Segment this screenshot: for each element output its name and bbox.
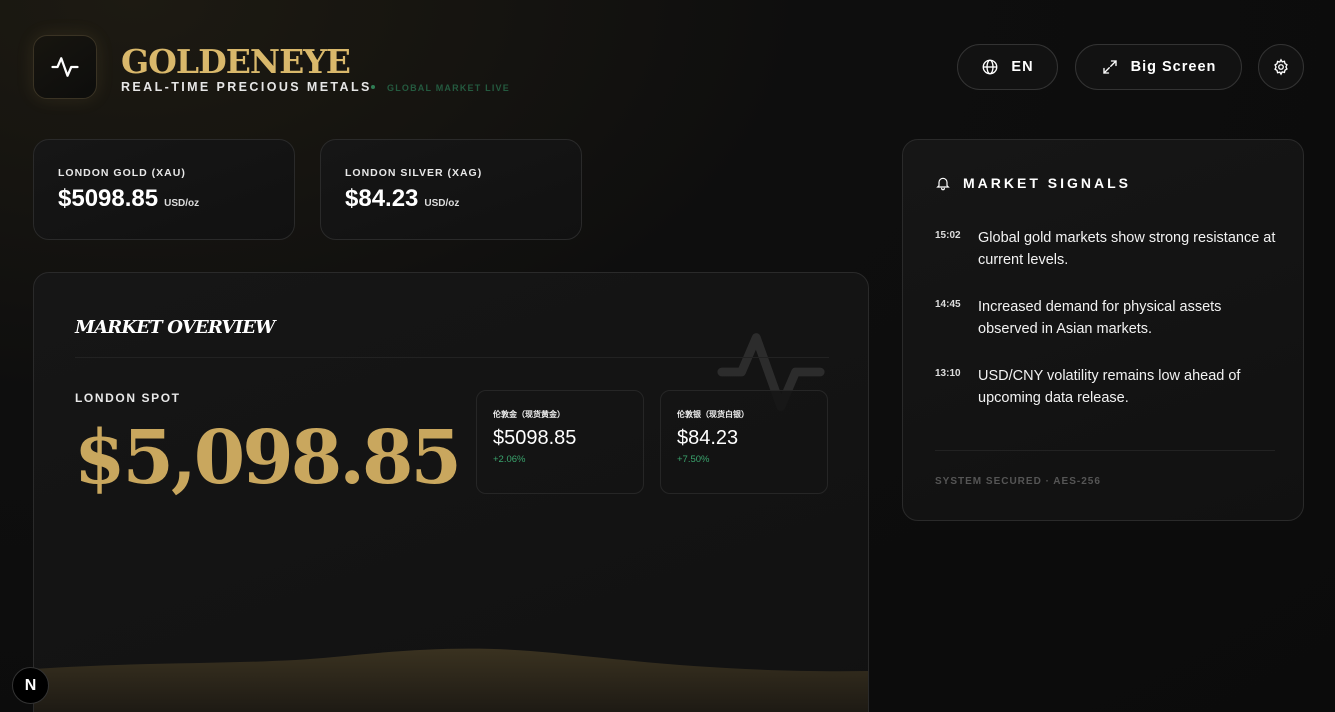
gold-price-unit: USD/oz [164, 198, 200, 209]
gold-mini-card: 伦敦金（现货黄金） $5098.85 +2.06% [476, 390, 644, 494]
silver-ticker-price: $84.23 USD/oz [345, 185, 459, 213]
silver-ticker-card: LONDON SILVER (XAG) $84.23 USD/oz [320, 139, 582, 240]
silver-ticker-label: LONDON SILVER (XAG) [345, 167, 483, 179]
pulse-icon [51, 57, 79, 77]
silver-price-unit: USD/oz [424, 198, 460, 209]
logo-box [33, 35, 97, 99]
next-dev-badge[interactable]: N [12, 667, 49, 704]
market-overview-panel: MARKET OVERVIEW LONDON SPOT $5,098.85 伦敦… [33, 272, 869, 712]
gear-icon [1274, 58, 1288, 76]
language-label: EN [1011, 59, 1034, 75]
gold-mini-change: +2.06% [493, 454, 526, 465]
overview-divider [75, 357, 829, 358]
gold-mini-label: 伦敦金（现货黄金） [493, 410, 565, 419]
gold-price-value: $5098.85 [58, 185, 159, 212]
live-status: GLOBAL MARKET LIVE [387, 83, 510, 93]
gold-ticker-label: LONDON GOLD (XAU) [58, 167, 186, 179]
wave-decoration [34, 648, 868, 712]
signal-time: 15:02 [935, 230, 961, 241]
silver-price-value: $84.23 [345, 185, 419, 212]
signal-time: 14:45 [935, 299, 961, 310]
silver-mini-change: +7.50% [677, 454, 710, 465]
overview-title: MARKET OVERVIEW [75, 317, 275, 338]
signals-divider [935, 450, 1275, 451]
silver-mini-card: 伦敦银（现货白银） $84.23 +7.50% [660, 390, 828, 494]
signal-text: USD/CNY volatility remains low ahead of … [978, 368, 1241, 406]
spot-price: $5,098.85 [74, 415, 462, 501]
bell-icon [936, 177, 950, 191]
spot-label: LONDON SPOT [75, 391, 181, 405]
silver-mini-price: $84.23 [677, 427, 739, 449]
gold-ticker-price: $5098.85 USD/oz [58, 185, 199, 213]
brand-title: GOLDENEYE [121, 42, 351, 81]
brand-subtitle: REAL-TIME PRECIOUS METALS [121, 80, 372, 94]
gold-ticker-card: LONDON GOLD (XAU) $5098.85 USD/oz [33, 139, 295, 240]
gold-mini-price: $5098.85 [493, 427, 577, 449]
expand-icon [1102, 60, 1117, 74]
market-signals-panel: MARKET SIGNALS 15:02 Global gold markets… [902, 139, 1304, 521]
signal-text: Increased demand for physical assets obs… [978, 299, 1222, 337]
silver-mini-label: 伦敦银（现货白银） [677, 410, 749, 419]
language-button[interactable]: EN [957, 44, 1058, 90]
signal-text: Global gold markets show strong resistan… [978, 230, 1276, 268]
big-screen-label: Big Screen [1130, 59, 1217, 75]
signals-title: MARKET SIGNALS [963, 175, 1131, 191]
settings-button[interactable] [1258, 44, 1304, 90]
signal-time: 13:10 [935, 368, 961, 379]
security-footer: SYSTEM SECURED · AES-256 [935, 476, 1101, 487]
globe-icon [982, 59, 998, 75]
big-screen-button[interactable]: Big Screen [1075, 44, 1242, 90]
live-dot [371, 85, 375, 89]
